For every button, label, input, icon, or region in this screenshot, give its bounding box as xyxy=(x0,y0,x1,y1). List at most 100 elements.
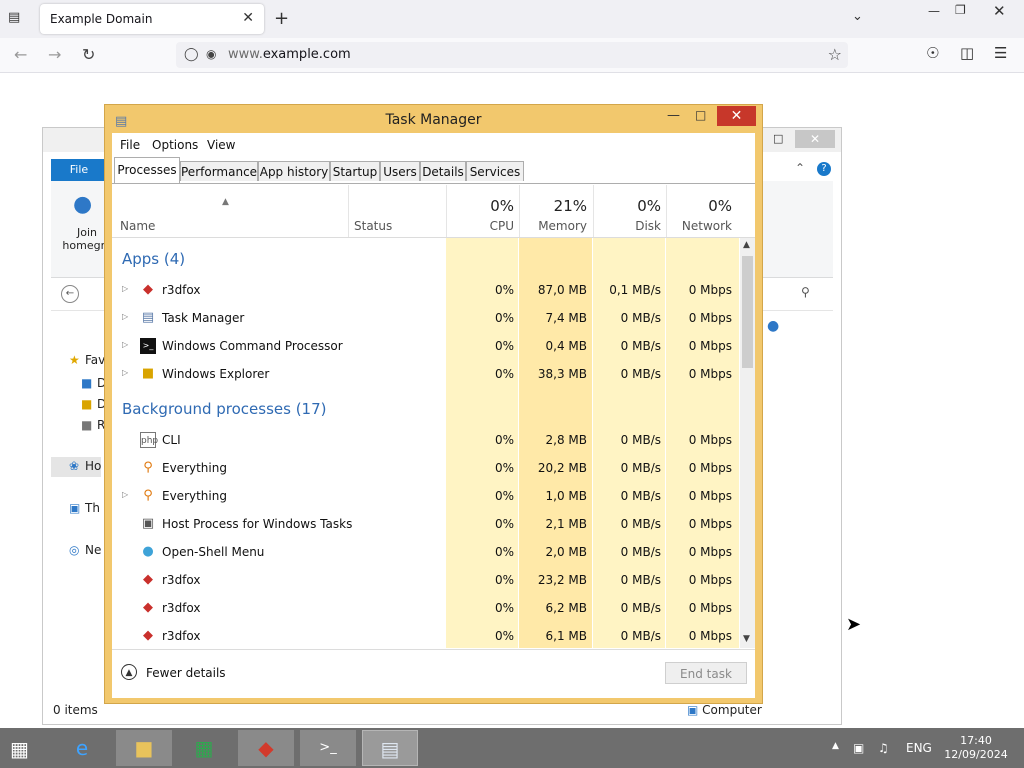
taskmanager-taskbar-icon[interactable]: ▤ xyxy=(362,730,418,766)
computer-icon: ▣ xyxy=(687,703,699,717)
homegroup-icon[interactable]: ● xyxy=(73,192,92,217)
vertical-scrollbar[interactable]: ▲ ▼ xyxy=(740,238,755,648)
star-icon: ★ xyxy=(69,353,80,367)
cpu-total[interactable]: 0% xyxy=(446,197,514,215)
table-row[interactable]: ⚲ Everything 0% 20,2 MB 0 MB/s 0 Mbps xyxy=(112,454,739,482)
network-total[interactable]: 0% xyxy=(666,197,732,215)
reload-icon[interactable]: ↻ xyxy=(82,45,95,64)
table-row[interactable]: ◆ r3dfox 0% 6,1 MB 0 MB/s 0 Mbps xyxy=(112,622,739,648)
close-window-icon[interactable]: ✕ xyxy=(993,2,1006,20)
tab-details[interactable]: Details xyxy=(420,161,466,181)
expand-icon[interactable]: ▷ xyxy=(122,284,128,293)
back-arrow-icon[interactable]: ← xyxy=(14,45,27,64)
new-tab-icon[interactable]: + xyxy=(274,8,289,29)
nav-item-network[interactable]: ◎ Ne xyxy=(69,543,101,557)
explorer-file-tab[interactable]: File xyxy=(51,159,107,181)
r3dfox-taskbar-icon[interactable]: ◆ xyxy=(238,730,294,766)
folder-icon: ■ xyxy=(81,418,93,432)
menu-icon[interactable]: ☰ xyxy=(994,44,1007,62)
scroll-down-icon[interactable]: ▼ xyxy=(743,634,750,644)
table-row[interactable]: ▷ ▤ Task Manager 0% 7,4 MB 0 MB/s 0 Mbps xyxy=(112,304,739,332)
tab-list-icon[interactable]: ▤ xyxy=(8,10,28,28)
menu-file[interactable]: File xyxy=(120,138,140,152)
nav-item-this-pc[interactable]: ▣ Th xyxy=(69,501,100,515)
nav-item-homegroup[interactable]: ❀ Ho xyxy=(69,459,101,473)
extensions-icon[interactable]: ◫ xyxy=(960,44,974,62)
table-row[interactable]: ▷ >_ Windows Command Processor 0% 0,4 MB… xyxy=(112,332,739,360)
memory-total[interactable]: 21% xyxy=(519,197,587,215)
tab-processes[interactable]: Processes xyxy=(114,157,180,183)
close-tab-icon[interactable]: ✕ xyxy=(242,10,254,26)
windows-start-icon[interactable]: ▦ xyxy=(10,738,38,760)
lock-icon[interactable]: ◉ xyxy=(206,47,216,61)
col-memory[interactable]: Memory xyxy=(519,219,587,233)
end-task-button[interactable]: End task xyxy=(665,662,747,684)
scroll-thumb[interactable] xyxy=(742,256,753,368)
search-icon[interactable]: ⚲ xyxy=(801,285,810,299)
help-icon[interactable]: ? xyxy=(817,162,831,176)
account-icon[interactable]: ☉ xyxy=(926,44,939,62)
language-indicator[interactable]: ENG xyxy=(906,741,932,755)
maximize-icon[interactable]: □ xyxy=(695,108,706,122)
minimize-icon[interactable]: — xyxy=(667,108,680,123)
nav-item-recent[interactable]: ■ R xyxy=(81,418,105,432)
table-row[interactable]: ▷ ◆ r3dfox 0% 87,0 MB 0,1 MB/s 0 Mbps xyxy=(112,276,739,304)
expand-icon[interactable]: ▷ xyxy=(122,312,128,321)
nav-item-desktop[interactable]: ■ D xyxy=(81,376,106,390)
url-bar[interactable]: ◯ ◉ www.example.com ☆ xyxy=(176,42,848,68)
tab-app-history[interactable]: App history xyxy=(258,161,330,181)
disk-total[interactable]: 0% xyxy=(593,197,661,215)
col-cpu[interactable]: CPU xyxy=(446,219,514,233)
disk-value: 0 MB/s xyxy=(620,629,661,643)
table-row[interactable]: ▷ ■ Windows Explorer 0% 38,3 MB 0 MB/s 0… xyxy=(112,360,739,388)
expand-icon[interactable]: ▷ xyxy=(122,368,128,377)
chevron-down-icon[interactable]: ⌄ xyxy=(852,9,863,24)
tab-performance[interactable]: Performance xyxy=(180,161,258,181)
tab-users[interactable]: Users xyxy=(380,161,420,181)
expand-icon[interactable]: ▷ xyxy=(122,340,128,349)
table-row[interactable]: ▣ Host Process for Windows Tasks 0% 2,1 … xyxy=(112,510,739,538)
internet-explorer-icon[interactable]: e xyxy=(54,730,110,766)
close-button[interactable]: ✕ xyxy=(717,106,756,126)
tab-services[interactable]: Services xyxy=(466,161,524,181)
nav-item-favorites[interactable]: ★ Fav xyxy=(69,353,105,367)
clock[interactable]: 17:40 12/09/2024 xyxy=(944,734,1008,762)
table-row[interactable]: ◆ r3dfox 0% 6,2 MB 0 MB/s 0 Mbps xyxy=(112,594,739,622)
ribbon-collapse-icon[interactable]: ⌃ xyxy=(795,161,805,175)
table-row[interactable]: php CLI 0% 2,8 MB 0 MB/s 0 Mbps xyxy=(112,426,739,454)
explorer-back-icon[interactable]: ← xyxy=(61,285,79,303)
expand-icon[interactable]: ▷ xyxy=(122,490,128,499)
shield-icon[interactable]: ◯ xyxy=(184,47,199,62)
menu-view[interactable]: View xyxy=(207,138,235,152)
group-header-apps[interactable]: Apps (4) xyxy=(122,250,185,268)
col-status[interactable]: Status xyxy=(354,219,392,233)
col-network[interactable]: Network xyxy=(666,219,732,233)
file-explorer-icon[interactable]: ■ xyxy=(116,730,172,766)
menu-options[interactable]: Options xyxy=(152,138,198,152)
explorer-maximize-icon[interactable]: □ xyxy=(773,132,783,145)
volume-muted-icon[interactable]: ♫ xyxy=(878,741,889,755)
browser-tab[interactable]: Example Domain ✕ xyxy=(40,4,264,34)
restore-icon[interactable]: ❐ xyxy=(955,3,966,17)
tab-startup[interactable]: Startup xyxy=(330,161,380,181)
explorer-close-button[interactable]: ✕ xyxy=(795,130,835,148)
table-row[interactable]: ▷ ⚲ Everything 0% 1,0 MB 0 MB/s 0 Mbps xyxy=(112,482,739,510)
scroll-up-icon[interactable]: ▲ xyxy=(743,240,750,250)
store-icon[interactable]: ▦ xyxy=(176,730,232,766)
group-header-background[interactable]: Background processes (17) xyxy=(122,400,327,418)
cmd-taskbar-icon[interactable]: >_ xyxy=(300,730,356,766)
table-row[interactable]: ◆ r3dfox 0% 23,2 MB 0 MB/s 0 Mbps xyxy=(112,566,739,594)
bookmark-star-icon[interactable]: ☆ xyxy=(828,45,842,64)
view-options-icon[interactable]: ● xyxy=(767,318,779,334)
col-disk[interactable]: Disk xyxy=(593,219,661,233)
col-name[interactable]: Name xyxy=(120,219,155,233)
fewer-details-button[interactable]: Fewer details xyxy=(146,666,226,680)
url-text[interactable]: www.example.com xyxy=(228,47,351,62)
network-tray-icon[interactable]: ▣ xyxy=(853,741,864,755)
tray-chevron-up-icon[interactable]: ▲ xyxy=(832,741,839,751)
table-row[interactable]: ● Open-Shell Menu 0% 2,0 MB 0 MB/s 0 Mbp… xyxy=(112,538,739,566)
forward-arrow-icon[interactable]: → xyxy=(48,45,61,64)
nav-item-downloads[interactable]: ■ D xyxy=(81,397,106,411)
chevron-up-icon[interactable]: ▲ xyxy=(121,664,137,680)
minimize-icon[interactable]: — xyxy=(928,4,940,18)
